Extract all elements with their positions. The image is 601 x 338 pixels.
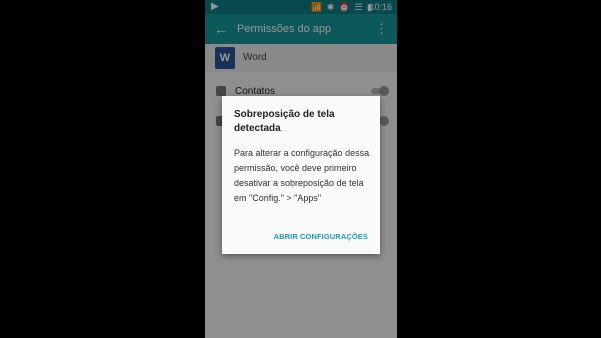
overlay-detected-dialog: Sobreposição de tela detectada Para alte… — [222, 96, 380, 254]
phone-screen: ▶ 📶 ✱ ⏰ ☰ ▮ 10:16 ← Permissões do app ⋮ … — [205, 0, 397, 338]
dialog-title: Sobreposição de tela detectada — [234, 109, 335, 134]
open-settings-button[interactable]: ABRIR CONFIGURAÇÕES — [274, 232, 368, 242]
dialog-message: Para alterar a configuração dessa permis… — [234, 148, 370, 203]
